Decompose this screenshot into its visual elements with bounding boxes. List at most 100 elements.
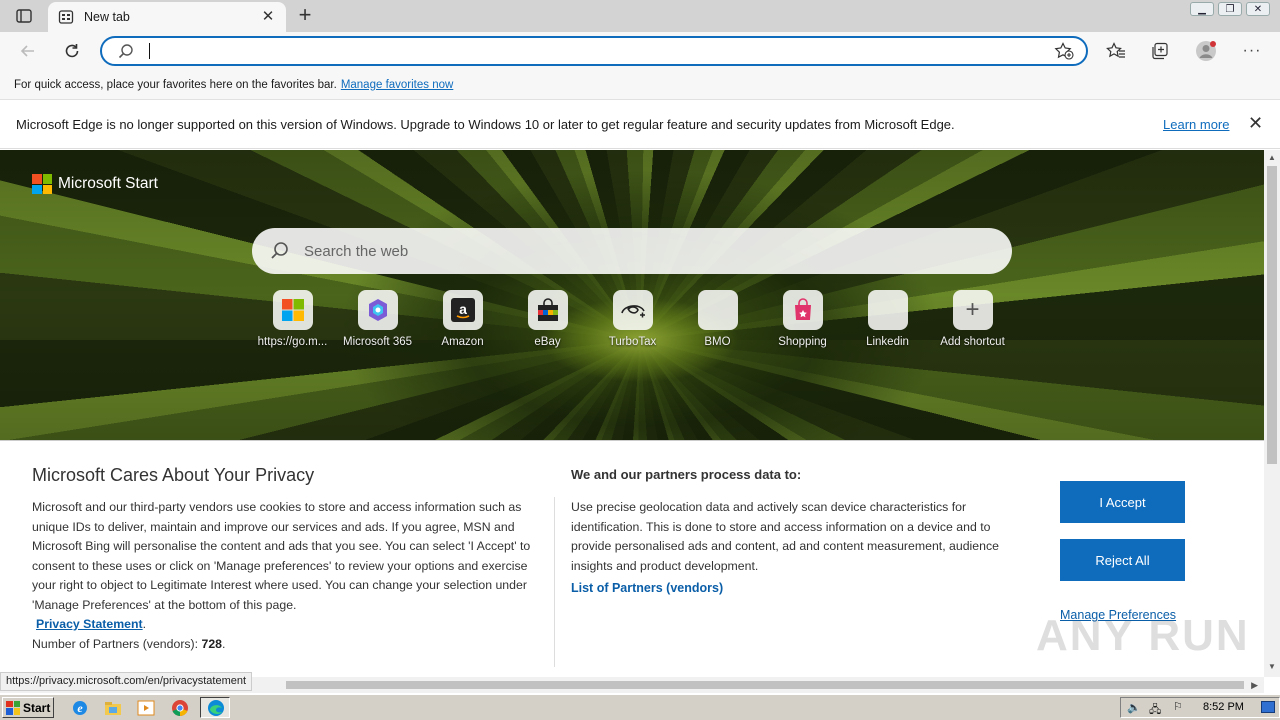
vertical-scroll-thumb[interactable]	[1267, 166, 1277, 464]
more-dots-icon: ···	[1242, 42, 1262, 59]
search-icon	[118, 44, 133, 59]
back-arrow-icon	[20, 45, 34, 57]
show-desktop-icon[interactable]	[1261, 701, 1275, 713]
microsoft-start-brand[interactable]: Microsoft Start	[32, 174, 158, 194]
clock[interactable]: 8:52 PM	[1203, 701, 1244, 713]
add-favorite-icon[interactable]	[1054, 42, 1074, 60]
settings-more-button[interactable]: ···	[1241, 40, 1263, 62]
privacy-body-text: Microsoft and our third-party vendors us…	[32, 500, 531, 612]
windows-logo-icon	[281, 299, 304, 321]
minimize-icon: ▁	[1198, 3, 1206, 15]
blank-tile-icon	[867, 290, 908, 330]
amazon-icon: a	[450, 298, 475, 322]
privacy-statement-link[interactable]: Privacy Statement	[36, 617, 143, 631]
infobar-message: Microsoft Edge is no longer supported on…	[16, 117, 955, 132]
file-explorer-icon[interactable]	[104, 699, 122, 717]
shortcut-tile	[357, 290, 398, 330]
list-of-partners-link[interactable]: List of Partners (vendors)	[571, 581, 723, 595]
minimize-button[interactable]: ▁	[1190, 2, 1214, 16]
tab-title: New tab	[84, 10, 130, 24]
scroll-up-icon[interactable]: ▲	[1268, 153, 1276, 162]
reject-all-button[interactable]: Reject All	[1060, 539, 1185, 581]
refresh-button[interactable]	[61, 40, 83, 62]
close-window-button[interactable]: ✕	[1246, 2, 1270, 16]
tab-new-tab[interactable]: New tab ✕	[48, 2, 286, 32]
start-label: Start	[23, 700, 51, 715]
scroll-right-icon[interactable]: ▶	[1251, 680, 1258, 691]
quick-links: https://go.m... Microsoft 365 a Amazon e…	[250, 290, 1015, 348]
restore-icon: ❐	[1225, 3, 1235, 15]
shortcut-go-m[interactable]: https://go.m...	[250, 290, 335, 348]
favorites-button[interactable]	[1105, 40, 1127, 62]
edge-taskbar-button[interactable]	[200, 697, 230, 718]
learn-more-link[interactable]: Learn more	[1163, 117, 1229, 132]
vertical-scrollbar[interactable]: ▲ ▼	[1264, 150, 1280, 677]
shortcut-label: Amazon	[441, 336, 484, 348]
shortcut-tile: +	[952, 290, 993, 330]
shortcut-microsoft-365[interactable]: Microsoft 365	[335, 290, 420, 348]
tab-strip: New tab ✕ + ▁ ❐ ✕	[0, 0, 1280, 32]
manage-preferences-link[interactable]: Manage Preferences	[1060, 608, 1176, 622]
shortcut-label: BMO	[704, 336, 731, 348]
plus-icon: +	[298, 2, 312, 27]
search-icon	[271, 242, 288, 259]
horizontal-scroll-thumb[interactable]	[286, 681, 1244, 689]
shortcut-tile	[272, 290, 313, 330]
background-image: Microsoft Start Search the web https://g…	[0, 150, 1264, 440]
scroll-down-icon[interactable]: ▼	[1268, 662, 1276, 671]
web-search-box[interactable]: Search the web	[252, 228, 1012, 274]
microsoft-365-icon	[368, 299, 387, 321]
partners-count: 728	[201, 636, 223, 651]
shortcut-label: TurboTax	[608, 336, 657, 348]
collections-button[interactable]	[1149, 40, 1171, 62]
status-url-preview: https://privacy.microsoft.com/en/privacy…	[0, 672, 253, 691]
privacy-title: Microsoft Cares About Your Privacy	[32, 465, 315, 485]
shortcut-ebay[interactable]: eBay	[505, 290, 590, 348]
shortcut-bmo[interactable]: BMO	[675, 290, 760, 348]
new-tab-button[interactable]: +	[292, 4, 318, 28]
windows-flag-icon	[6, 700, 20, 715]
infobar-close-icon[interactable]: ✕	[1248, 114, 1264, 132]
media-player-icon[interactable]	[137, 699, 155, 717]
shortcut-amazon[interactable]: a Amazon	[420, 290, 505, 348]
start-button[interactable]: Start	[2, 697, 54, 718]
shortcut-label: Add shortcut	[940, 336, 1005, 348]
tab-actions-icon	[16, 9, 32, 23]
brand-label: Microsoft Start	[58, 175, 158, 192]
unsupported-os-infobar: Microsoft Edge is no longer supported on…	[0, 101, 1280, 149]
network-icon[interactable]: 🖧	[1149, 701, 1161, 720]
restore-button[interactable]: ❐	[1218, 2, 1242, 16]
tab-actions-button[interactable]	[10, 6, 38, 26]
edge-icon	[208, 700, 224, 716]
privacy-consent-dialog: Microsoft Cares About Your Privacy Micro…	[0, 440, 1264, 677]
system-tray: 🔈 🖧 ⚐ 8:52 PM	[1120, 697, 1280, 718]
data-processing-heading: We and our partners process data to:	[571, 467, 802, 482]
privacy-body: Microsoft and our third-party vendors us…	[32, 500, 531, 651]
shortcut-label: Microsoft 365	[342, 336, 413, 348]
shortcut-tile	[527, 290, 568, 330]
shortcut-shopping[interactable]: Shopping	[760, 290, 845, 348]
new-tab-page: Microsoft Start Search the web https://g…	[0, 150, 1264, 677]
profile-button[interactable]	[1195, 40, 1217, 62]
shortcut-add[interactable]: + Add shortcut	[930, 290, 1015, 348]
action-center-flag-icon[interactable]: ⚐	[1173, 700, 1183, 713]
text-caret	[149, 43, 150, 59]
new-tab-favicon-icon	[58, 10, 74, 24]
windows-taskbar: Start e 🔈 🖧 ⚐ 8:52 PM	[0, 694, 1280, 720]
back-button[interactable]	[17, 40, 39, 62]
tab-close-icon[interactable]: ✕	[260, 9, 276, 25]
shortcut-linkedin[interactable]: Linkedin	[845, 290, 930, 348]
address-bar[interactable]	[100, 36, 1088, 66]
manage-favorites-link[interactable]: Manage favorites now	[341, 79, 454, 91]
dialog-divider	[554, 497, 555, 667]
close-icon: ✕	[1253, 3, 1263, 15]
chrome-icon[interactable]	[171, 699, 189, 717]
microsoft-logo-icon	[32, 174, 52, 194]
collections-icon	[1152, 42, 1168, 60]
shortcut-turbotax[interactable]: TurboTax	[590, 290, 675, 348]
shortcut-tile: a	[442, 290, 483, 330]
internet-explorer-icon[interactable]: e	[71, 699, 89, 717]
volume-icon[interactable]: 🔈	[1127, 701, 1141, 714]
shortcut-label: Linkedin	[866, 336, 909, 348]
accept-button[interactable]: I Accept	[1060, 481, 1185, 523]
